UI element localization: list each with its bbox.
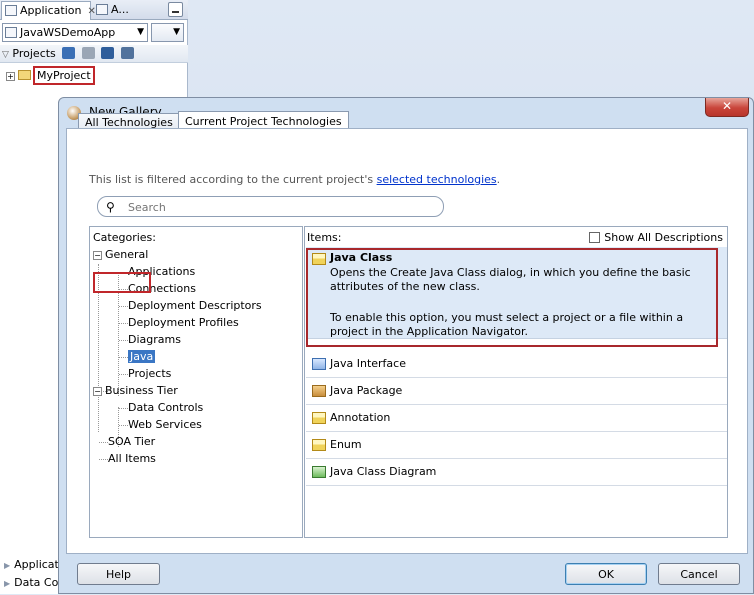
application-selector-value: JavaWSDemoApp <box>20 26 116 39</box>
ok-button[interactable]: OK <box>565 563 647 585</box>
collapse-icon[interactable]: ▽ <box>2 50 9 60</box>
tab-application[interactable]: Application ✕ <box>1 1 96 20</box>
dialog-footer: Help OK Cancel <box>59 554 753 595</box>
category-diagrams[interactable]: Diagrams <box>128 332 181 348</box>
search-input[interactable] <box>126 199 426 215</box>
tree-connector <box>119 306 128 307</box>
expand-arrow-icon: ▶ <box>4 561 11 570</box>
application-selector[interactable]: JavaWSDemoApp ▼ <box>2 23 148 42</box>
show-all-descriptions-checkbox[interactable]: Show All Descriptions <box>589 231 723 244</box>
java-class-highlight-box <box>306 248 718 347</box>
item-label: Java Package <box>330 384 403 397</box>
category-general[interactable]: − General <box>93 247 148 263</box>
tree-connector <box>119 374 128 375</box>
item-java-interface[interactable]: Java Interface <box>306 351 727 378</box>
item-enum[interactable]: Enum <box>306 432 727 459</box>
refresh-icon[interactable] <box>81 47 95 59</box>
collapse-icon[interactable]: − <box>93 251 102 260</box>
category-web-services[interactable]: Web Services <box>128 417 202 433</box>
application-menu-button[interactable]: ▼ <box>151 23 184 42</box>
item-label: Java Class Diagram <box>330 465 437 478</box>
java-highlight-box <box>93 272 151 293</box>
chevron-down-icon: ▼ <box>137 27 144 37</box>
item-label: Enum <box>330 438 362 451</box>
new-gallery-dialog: New Gallery ✕ All Technologies Current P… <box>58 97 754 594</box>
search-box[interactable]: ⚲ <box>97 196 444 217</box>
project-folder-icon <box>18 70 31 80</box>
binoculars-icon[interactable]: ⚲ <box>106 200 115 214</box>
category-all-items[interactable]: All Items <box>108 451 156 467</box>
class-diagram-icon <box>312 466 326 478</box>
tree-connector <box>119 323 128 324</box>
category-java-label: Java <box>128 350 156 363</box>
tree-connector <box>119 340 128 341</box>
item-java-class-diagram[interactable]: Java Class Diagram <box>306 459 727 486</box>
tree-connector <box>99 442 108 443</box>
navigator-tab-strip: Application ✕ A... <box>0 0 188 20</box>
category-deployment-profiles[interactable]: Deployment Profiles <box>128 315 239 331</box>
item-label: Annotation <box>330 411 391 424</box>
show-all-descriptions-label: Show All Descriptions <box>604 231 723 244</box>
tree-connector <box>119 425 128 426</box>
close-button[interactable]: ✕ <box>705 98 749 117</box>
item-label: Java Interface <box>330 357 406 370</box>
category-java[interactable]: Java <box>126 349 157 365</box>
tab-other-icon <box>96 4 108 15</box>
item-annotation[interactable]: Annotation <box>306 405 727 432</box>
java-package-icon <box>312 385 326 397</box>
nav-item-label: Data Co <box>14 576 59 589</box>
filter-icon[interactable] <box>101 47 115 59</box>
category-projects[interactable]: Projects <box>128 366 171 382</box>
selected-technologies-link[interactable]: selected technologies <box>377 173 497 186</box>
categories-label: Categories: <box>93 231 156 244</box>
tree-item-myproject[interactable]: + MyProject <box>6 66 95 86</box>
tree-connector <box>119 408 128 409</box>
category-label: General <box>105 248 149 261</box>
nav-item-application[interactable]: ▶Application <box>0 556 60 574</box>
projects-label: Projects <box>12 47 56 60</box>
annotation-icon <box>312 412 326 424</box>
enum-icon <box>312 439 326 451</box>
myproject-label: MyProject <box>33 66 95 85</box>
item-java-package[interactable]: Java Package <box>306 378 727 405</box>
options-icon[interactable] <box>120 47 134 59</box>
tab-application-label: Application <box>20 4 82 17</box>
tab-other-label: A... <box>111 3 129 16</box>
category-data-controls[interactable]: Data Controls <box>128 400 203 416</box>
category-deployment-descriptors[interactable]: Deployment Descriptors <box>128 298 262 314</box>
search-icon[interactable] <box>62 47 76 59</box>
expand-arrow-icon: ▶ <box>4 579 11 588</box>
checkbox-icon[interactable] <box>589 232 601 243</box>
application-icon <box>5 27 17 38</box>
tree-connector <box>99 459 108 460</box>
category-soa-tier[interactable]: SOA Tier <box>108 434 155 450</box>
filter-note-text: This list is filtered according to the c… <box>89 173 377 186</box>
tab-other[interactable]: A... <box>93 1 159 20</box>
expand-icon[interactable]: + <box>6 72 15 81</box>
category-business-tier[interactable]: − Business Tier <box>93 383 178 399</box>
minimize-button[interactable] <box>168 2 183 17</box>
filter-note-suffix: . <box>496 173 501 186</box>
collapse-icon[interactable]: − <box>93 387 102 396</box>
items-label: Items: <box>307 231 342 244</box>
help-button[interactable]: Help <box>77 563 160 585</box>
application-icon <box>5 5 17 16</box>
gallery-content: This list is filtered according to the c… <box>66 128 748 554</box>
filter-note: This list is filtered according to the c… <box>89 173 500 186</box>
cancel-button[interactable]: Cancel <box>658 563 740 585</box>
java-interface-icon <box>312 358 326 370</box>
items-panel: Items: Show All Descriptions Java Class … <box>304 226 728 538</box>
category-label: Business Tier <box>105 384 178 397</box>
projects-toolbar: ▽ Projects <box>0 45 188 63</box>
nav-item-data-controls[interactable]: ▶ Data Co <box>0 574 60 592</box>
nav-item-label: Application <box>14 558 60 571</box>
